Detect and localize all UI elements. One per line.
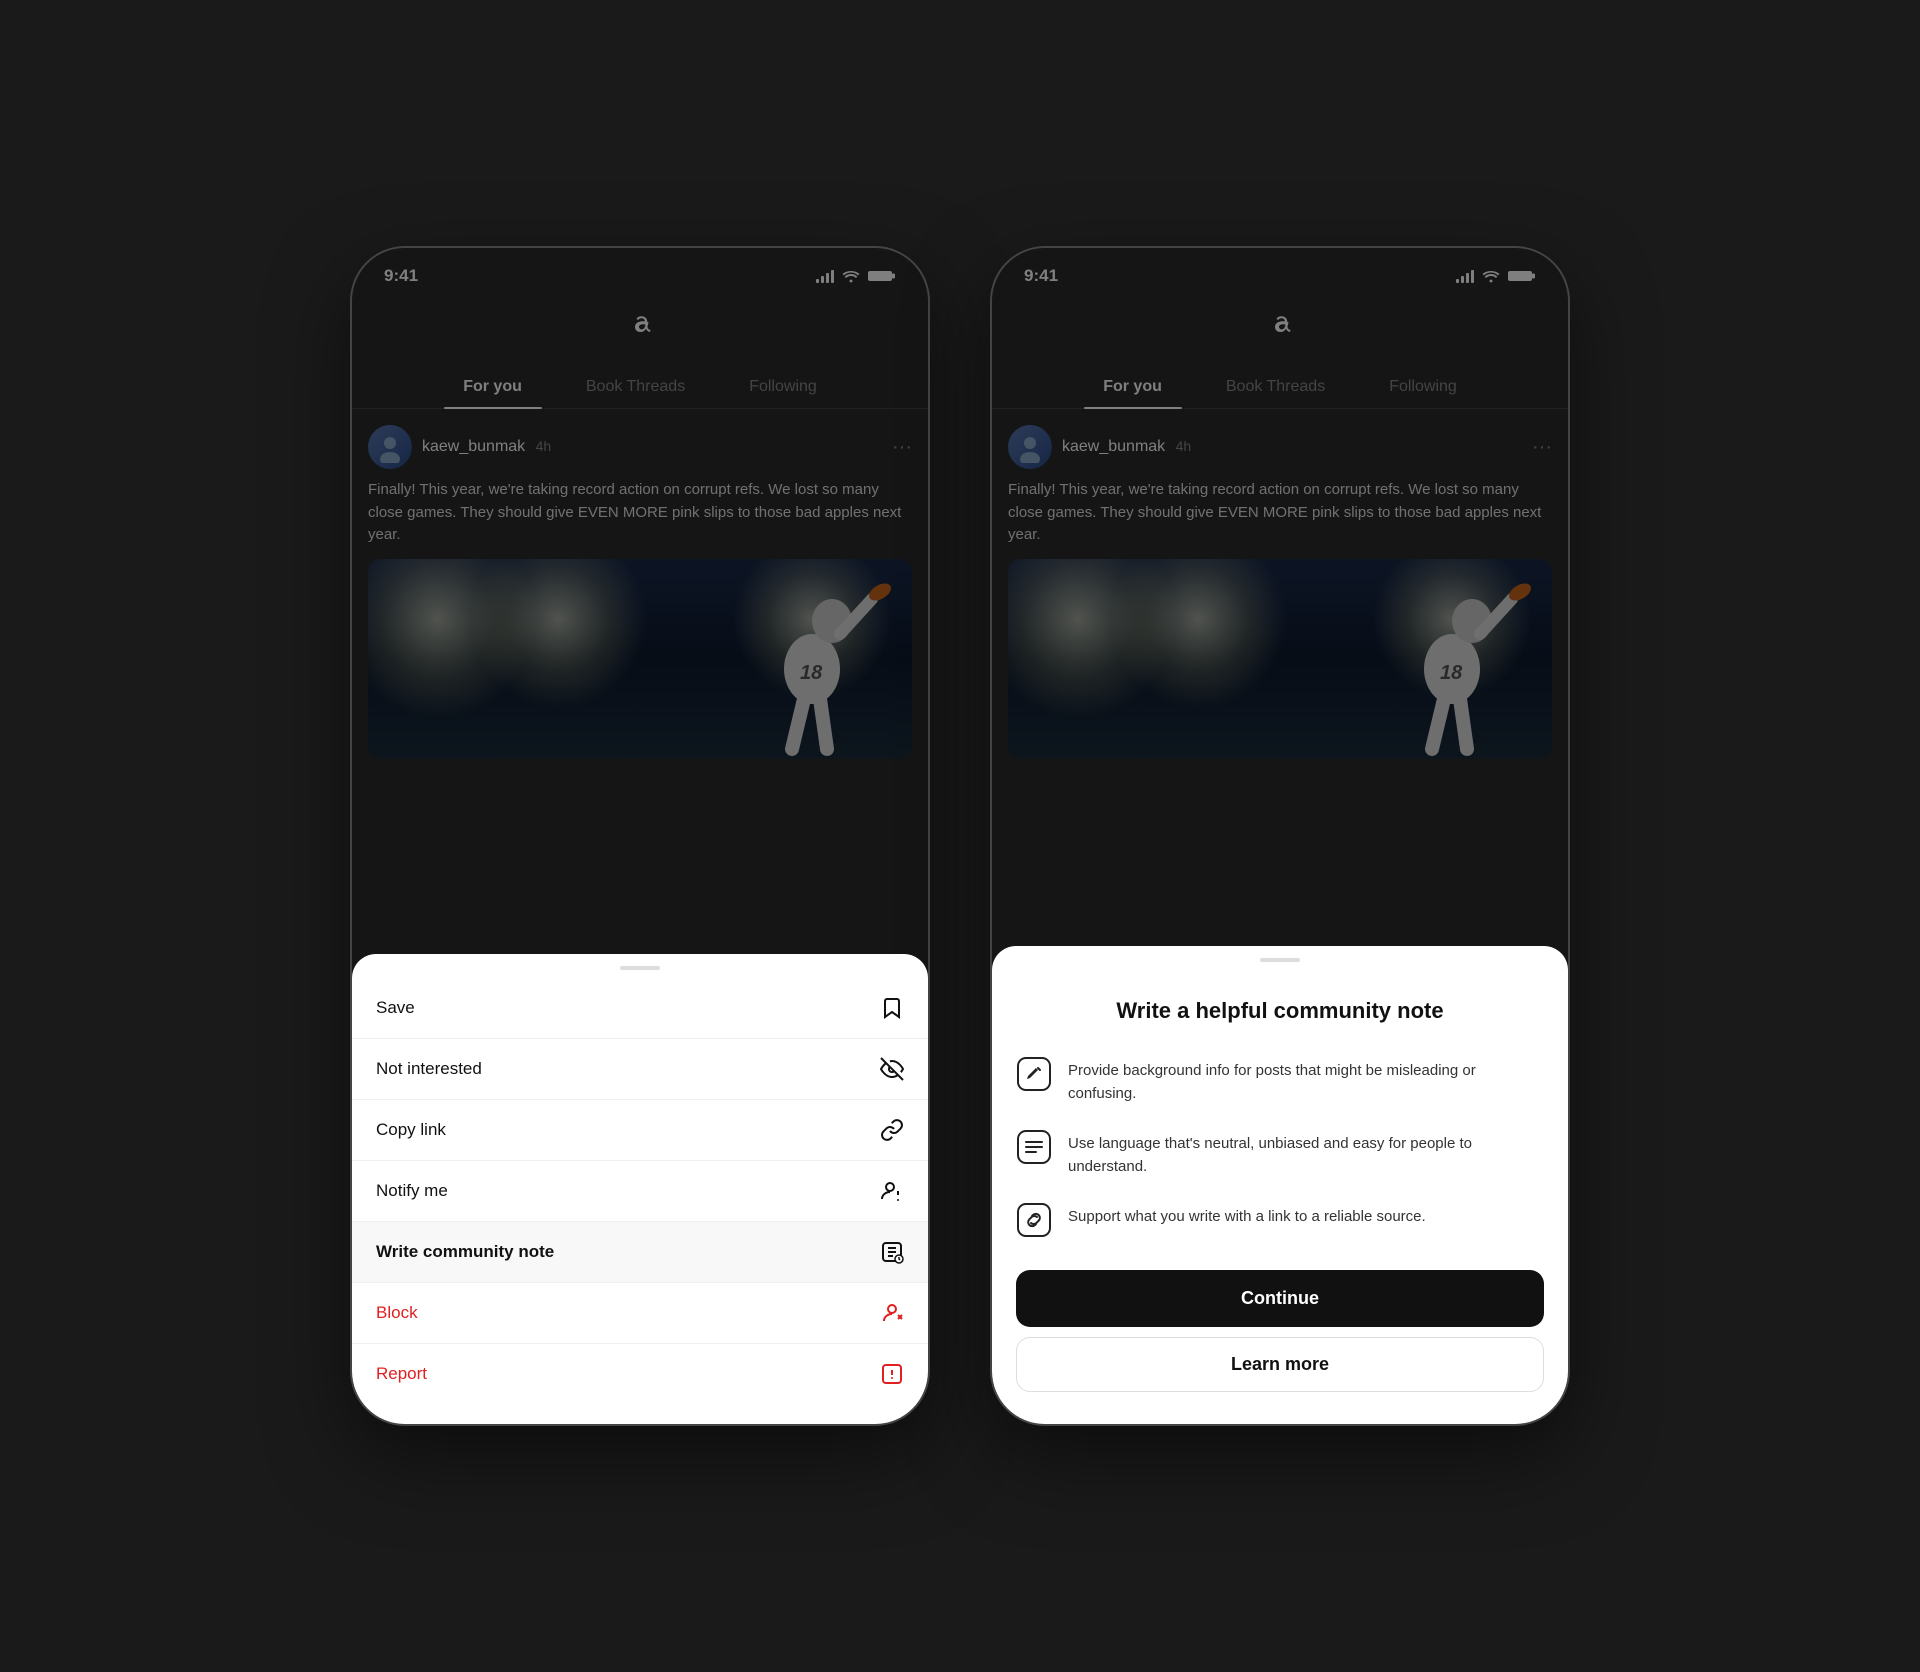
- community-note-icon: [880, 1240, 904, 1264]
- sheet-item-copy-link[interactable]: Copy link: [352, 1100, 928, 1161]
- sheet-handle-2: [1260, 958, 1300, 962]
- community-note-sheet: Write a helpful community note Provide b…: [992, 946, 1568, 1424]
- sheet-item-community-note[interactable]: Write community note: [352, 1222, 928, 1283]
- sheet-item-notify[interactable]: Notify me: [352, 1161, 928, 1222]
- sheet-handle-1: [620, 966, 660, 970]
- link-note-icon: [1016, 1202, 1052, 1238]
- community-note-text-3: Support what you write with a link to a …: [1068, 1202, 1426, 1229]
- phone-2: 9:41 For you Book Threads Following: [990, 246, 1570, 1426]
- sheet-item-not-interested[interactable]: Not interested: [352, 1039, 928, 1100]
- sheet-item-save-label: Save: [376, 998, 415, 1018]
- sheet-item-notify-label: Notify me: [376, 1181, 448, 1201]
- report-icon: [880, 1362, 904, 1386]
- sheet-item-block-label: Block: [376, 1303, 418, 1323]
- community-sheet-title: Write a helpful community note: [1016, 970, 1544, 1044]
- person-notify-icon: [880, 1179, 904, 1203]
- edit-note-icon: [1016, 1056, 1052, 1092]
- sheet-item-block[interactable]: Block: [352, 1283, 928, 1344]
- phone-1: 9:41 For you Book Threads Following: [350, 246, 930, 1426]
- block-icon: [880, 1301, 904, 1325]
- sheet-item-save[interactable]: Save: [352, 978, 928, 1039]
- eye-off-icon: [880, 1057, 904, 1081]
- sheet-item-report-label: Report: [376, 1364, 427, 1384]
- continue-button[interactable]: Continue: [1016, 1270, 1544, 1327]
- sheet-item-report[interactable]: Report: [352, 1344, 928, 1404]
- link-icon: [880, 1118, 904, 1142]
- community-note-item-3: Support what you write with a link to a …: [1016, 1190, 1544, 1250]
- sheet-item-community-note-label: Write community note: [376, 1242, 554, 1262]
- sheet-item-not-interested-label: Not interested: [376, 1059, 482, 1079]
- community-note-text-2: Use language that's neutral, unbiased an…: [1068, 1129, 1544, 1178]
- community-note-text-1: Provide background info for posts that m…: [1068, 1056, 1544, 1105]
- list-note-icon: [1016, 1129, 1052, 1165]
- sheet-item-copy-link-label: Copy link: [376, 1120, 446, 1140]
- action-sheet-1: Save Not interested Copy link Notify me: [352, 954, 928, 1424]
- community-note-item-1: Provide background info for posts that m…: [1016, 1044, 1544, 1117]
- community-note-item-2: Use language that's neutral, unbiased an…: [1016, 1117, 1544, 1190]
- learn-more-button[interactable]: Learn more: [1016, 1337, 1544, 1392]
- bookmark-icon: [880, 996, 904, 1020]
